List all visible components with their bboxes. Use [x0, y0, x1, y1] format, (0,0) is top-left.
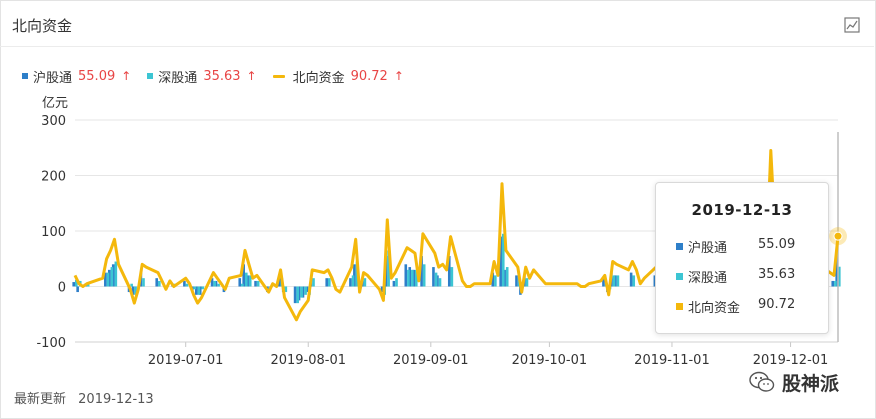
last-update: 最新更新 2019-12-13: [14, 388, 154, 407]
y-tick-label: 200: [41, 170, 66, 185]
shenzhen-bar: [304, 286, 307, 295]
shenzhen-bar: [438, 278, 442, 287]
shanghai-bar: [432, 267, 435, 287]
tooltip-label: 北向资金: [688, 301, 741, 316]
shenzhen-bar: [450, 267, 454, 287]
shanghai-marker: [676, 243, 683, 250]
shenzhen-bar: [411, 269, 414, 287]
shanghai-bar: [76, 286, 79, 293]
shenzhen-bar: [201, 286, 205, 290]
shanghai-bar: [325, 278, 329, 287]
shenzhen-bar: [130, 283, 133, 287]
shanghai-bar: [349, 278, 352, 287]
y-tick-label: -100: [36, 336, 66, 351]
shenzhen-bar: [363, 278, 367, 287]
shenzhen-bar: [193, 286, 197, 290]
tooltip-value: 90.72: [758, 297, 796, 312]
shenzhen-bar: [114, 261, 118, 287]
shenzhen-bar: [422, 264, 426, 287]
shanghai-bar: [183, 280, 186, 287]
tooltip-row-shanghai: 沪股通 55.09: [676, 237, 816, 256]
shenzhen-bar: [296, 286, 299, 304]
tooltip-row-northbound: 北向资金 90.72: [676, 297, 816, 316]
shenzhen-bar: [351, 275, 355, 287]
shenzhen-bar: [217, 283, 220, 287]
watermark: 股神派: [748, 368, 839, 396]
shenzhen-bar: [632, 275, 636, 287]
x-tick-label: 2019-08-01: [270, 353, 346, 368]
x-tick-label: 2019-11-01: [634, 353, 710, 368]
northbound-marker: [676, 303, 683, 310]
shanghai-bar: [831, 280, 835, 287]
tooltip-date: 2019-12-13: [691, 201, 793, 219]
y-axis-unit: 亿元: [42, 96, 68, 111]
shenzhen-bar: [158, 280, 161, 287]
x-tick-label: 2019-07-01: [148, 353, 224, 368]
tooltip-value: 55.09: [758, 237, 796, 252]
shanghai-bar: [629, 272, 633, 287]
x-tick-label: 2019-10-01: [512, 353, 588, 368]
shenzhen-bar: [834, 280, 837, 287]
shanghai-bar: [72, 282, 75, 287]
shenzhen-bar: [328, 278, 331, 287]
tooltip-row-shenzhen: 深股通 35.63: [676, 267, 816, 286]
tooltip-label: 深股通: [688, 271, 728, 286]
y-tick-label: 300: [41, 114, 66, 129]
shenzhen-bar: [494, 275, 497, 287]
y-tick-label: 0: [58, 281, 66, 296]
shanghai-bar: [155, 278, 159, 287]
last-update-label: 最新更新: [14, 392, 67, 407]
shenzhen-bar: [106, 272, 110, 287]
shanghai-bar: [254, 280, 257, 287]
x-tick-label: 2019-09-01: [393, 353, 469, 368]
shenzhen-bar: [505, 267, 509, 287]
y-tick-label: 100: [41, 225, 66, 240]
shenzhen-bar: [110, 267, 114, 287]
shenzhen-bar: [612, 275, 616, 287]
watermark-text: 股神派: [782, 372, 840, 395]
wechat-icon: [749, 371, 775, 392]
shenzhen-bar: [616, 275, 620, 287]
shanghai-bar: [293, 286, 297, 304]
last-update-date: 2019-12-13: [78, 392, 154, 407]
shenzhen-bar: [395, 278, 398, 287]
shenzhen-bar: [213, 280, 216, 287]
shenzhen-bar: [525, 278, 529, 287]
shanghai-bar: [392, 280, 396, 287]
shenzhen-bar: [241, 283, 244, 287]
shanghai-bar: [238, 278, 242, 287]
shenzhen-bar: [244, 272, 248, 287]
tooltip-label: 沪股通: [688, 241, 728, 256]
shenzhen-bar: [407, 269, 410, 287]
highlight-point: [833, 231, 843, 241]
shanghai-bar: [515, 275, 518, 287]
shenzhen-marker: [676, 273, 683, 280]
shenzhen-bar: [142, 278, 145, 287]
shenzhen-bar: [197, 286, 201, 295]
shenzhen-bar: [300, 286, 303, 298]
shenzhen-bar: [434, 272, 438, 287]
chart-tooltip: 2019-12-13 沪股通 55.09 深股通 35.63 北向资金 90.7…: [655, 182, 829, 334]
tooltip-value: 35.63: [758, 267, 796, 282]
shenzhen-bar: [312, 278, 315, 287]
shenzhen-bar: [256, 280, 260, 287]
x-tick-label: 2019-12-01: [753, 353, 829, 368]
shanghai-bar: [404, 264, 408, 287]
shenzhen-bar: [185, 283, 189, 287]
